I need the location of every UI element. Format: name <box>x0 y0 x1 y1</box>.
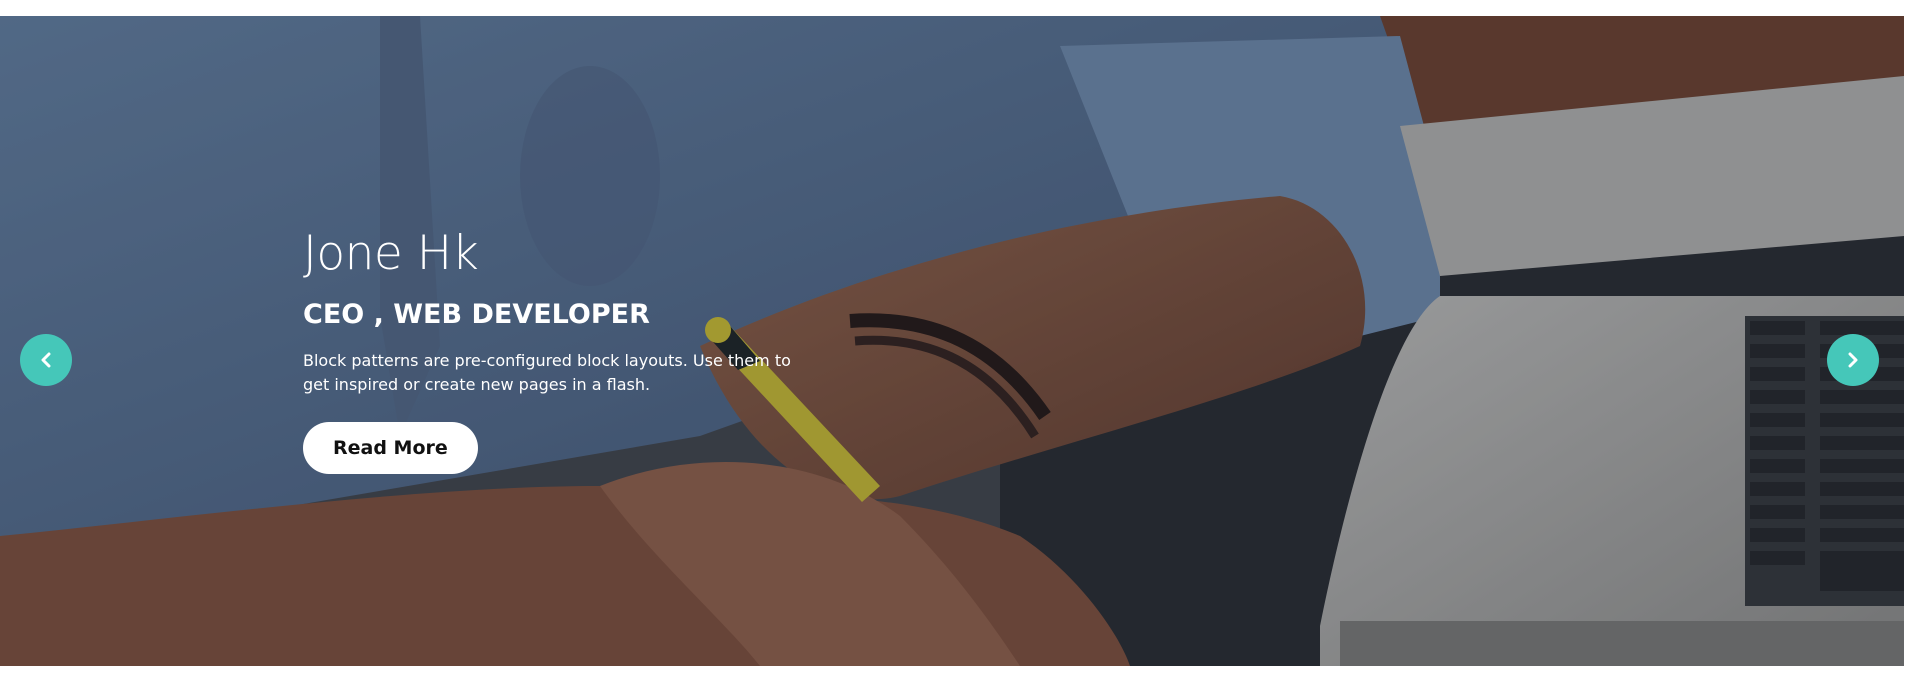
slide-subtitle: CEO , WEB DEVELOPER <box>303 298 650 330</box>
hero-slider: Jone Hk CEO , WEB DEVELOPER Block patter… <box>0 16 1904 666</box>
slide-title: Jone Hk <box>303 226 479 281</box>
slider-next-button[interactable] <box>1827 334 1879 386</box>
slide-description: Block patterns are pre-configured block … <box>303 351 791 395</box>
read-more-button[interactable]: Read More <box>303 422 478 475</box>
slider-prev-button[interactable] <box>20 334 72 386</box>
slide-caption: Jone Hk CEO , WEB DEVELOPER Block patter… <box>303 226 823 475</box>
chevron-right-icon <box>1846 352 1860 368</box>
image-overlay <box>0 16 1904 666</box>
chevron-left-icon <box>39 352 53 368</box>
